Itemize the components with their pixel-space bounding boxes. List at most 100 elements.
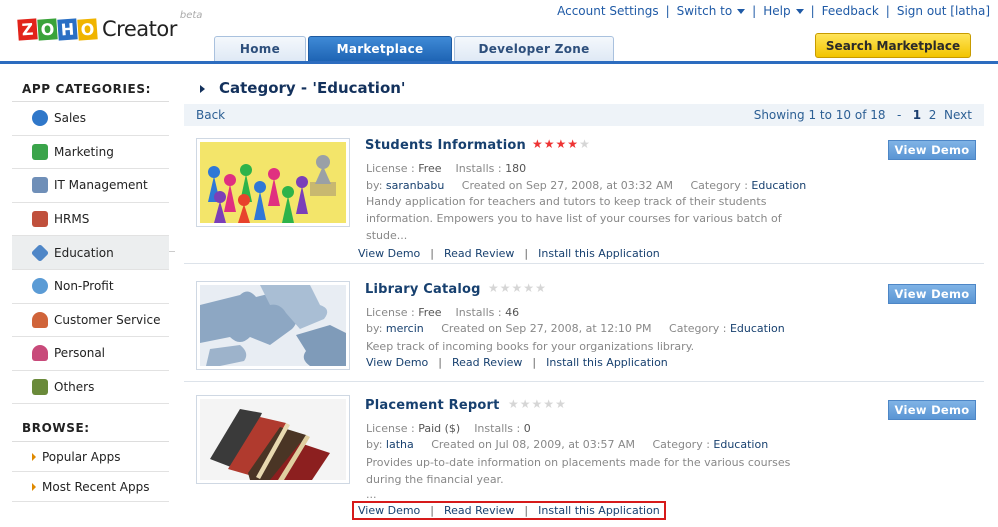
app-description: Provides up-to-date information on place… bbox=[366, 456, 791, 486]
tab-marketplace[interactable]: Marketplace bbox=[308, 36, 452, 61]
view-demo-button[interactable]: View Demo bbox=[888, 140, 976, 160]
sidebar-item-non-profit[interactable]: Non-Profit bbox=[12, 270, 169, 304]
author-link[interactable]: latha bbox=[386, 438, 414, 451]
pagination: Showing 1 to 10 of 18 - 1 2 Next bbox=[754, 108, 972, 122]
author-link[interactable]: mercin bbox=[386, 322, 424, 335]
app-description: Keep track of incoming books for your or… bbox=[366, 340, 695, 353]
customer-service-icon bbox=[32, 311, 48, 328]
divider: | bbox=[752, 4, 757, 18]
category-label: Category : bbox=[669, 322, 727, 335]
switch-to-menu[interactable]: Switch to bbox=[677, 4, 746, 18]
app-thumbnail[interactable] bbox=[196, 138, 350, 227]
app-actions: View Demo | Read Review | Install this App… bbox=[366, 356, 668, 369]
sidebar-item-others[interactable]: Others bbox=[12, 371, 169, 405]
install-app-link[interactable]: Install this Application bbox=[538, 247, 660, 260]
sign-out-link[interactable]: Sign out [latha] bbox=[897, 4, 990, 18]
by-label: by: bbox=[366, 179, 383, 192]
divider: | bbox=[524, 504, 529, 517]
installs-value: 180 bbox=[505, 162, 527, 175]
app-title[interactable]: Placement Report bbox=[365, 398, 500, 413]
view-demo-button[interactable]: View Demo bbox=[888, 400, 976, 420]
view-demo-link[interactable]: View Demo bbox=[366, 356, 428, 369]
category-label: Category : bbox=[690, 179, 748, 192]
main-tabs: Home Marketplace Developer Zone bbox=[214, 36, 616, 61]
star-icon: ★ bbox=[499, 281, 512, 295]
author-link[interactable]: saranbabu bbox=[386, 179, 444, 192]
arrow-right-icon bbox=[32, 452, 36, 461]
sidebar-item-it-management[interactable]: IT Management bbox=[12, 169, 169, 203]
logo-beta-label: beta bbox=[179, 10, 203, 21]
app-title[interactable]: Library Catalog bbox=[365, 282, 481, 297]
next-page-link[interactable]: Next bbox=[944, 108, 972, 122]
install-app-link[interactable]: Install this Application bbox=[546, 356, 668, 369]
others-icon bbox=[32, 379, 48, 396]
switch-to-label: Switch to bbox=[676, 4, 733, 18]
logo-letter: Z bbox=[17, 18, 38, 41]
category-link[interactable]: Education bbox=[730, 322, 785, 335]
sidebar-item-customer-service[interactable]: Customer Service bbox=[12, 304, 169, 338]
view-demo-link[interactable]: View Demo bbox=[358, 247, 420, 260]
app-license-installs: License : Paid ($) Installs : 0 bbox=[366, 422, 531, 435]
non-profit-icon bbox=[32, 278, 48, 295]
category-link[interactable]: Education bbox=[713, 438, 768, 451]
sidebar-item-hrms[interactable]: HRMS bbox=[12, 203, 169, 237]
app-license-installs: License : Free Installs : 180 bbox=[366, 162, 526, 175]
app-license-installs: License : Free Installs : 46 bbox=[366, 306, 519, 319]
sidebar-item-marketing[interactable]: Marketing bbox=[12, 136, 169, 170]
star-icon: ★ bbox=[519, 397, 532, 411]
view-demo-link[interactable]: View Demo bbox=[358, 504, 420, 517]
tab-developer-zone[interactable]: Developer Zone bbox=[454, 36, 614, 61]
app-author-line: by: mercin Created on Sep 27, 2008, at 1… bbox=[366, 322, 785, 335]
logo-product-name: Creator bbox=[102, 17, 177, 41]
view-demo-button[interactable]: View Demo bbox=[888, 284, 976, 304]
installs-value: 0 bbox=[523, 422, 531, 435]
star-icon: ★ bbox=[535, 281, 547, 295]
read-review-link[interactable]: Read Review bbox=[452, 356, 522, 369]
search-marketplace-button[interactable]: Search Marketplace bbox=[815, 33, 971, 58]
pager-divider: - bbox=[896, 108, 902, 122]
help-menu[interactable]: Help bbox=[763, 4, 804, 18]
hrms-icon bbox=[32, 211, 48, 228]
app-title[interactable]: Students Information bbox=[365, 138, 526, 153]
arrow-right-icon bbox=[32, 482, 36, 491]
read-review-link[interactable]: Read Review bbox=[444, 504, 514, 517]
app-author-line: by: latha Created on Jul 08, 2009, at 03… bbox=[366, 438, 768, 451]
install-app-link[interactable]: Install this Application bbox=[538, 504, 660, 517]
it-management-icon bbox=[32, 177, 48, 194]
sidebar-item-label: Others bbox=[54, 380, 95, 395]
category-link[interactable]: Education bbox=[751, 179, 806, 192]
rating-stars: ★★★★★ bbox=[488, 281, 547, 295]
divider: | bbox=[430, 504, 435, 517]
feedback-link[interactable]: Feedback bbox=[822, 4, 879, 18]
license-value: Paid ($) bbox=[418, 422, 461, 435]
account-settings-link[interactable]: Account Settings bbox=[557, 4, 658, 18]
help-label: Help bbox=[763, 4, 791, 18]
star-icon: ★ bbox=[543, 137, 556, 151]
read-review-link[interactable]: Read Review bbox=[444, 247, 514, 260]
page-2-link[interactable]: 2 bbox=[929, 108, 937, 122]
app-thumbnail[interactable] bbox=[196, 395, 350, 484]
sidebar-item-label: IT Management bbox=[54, 178, 148, 193]
zoho-creator-logo[interactable]: Z O H O Creator beta bbox=[17, 10, 203, 41]
results-count: Showing 1 to 10 of 18 bbox=[753, 108, 886, 122]
sidebar-item-education[interactable]: Education bbox=[12, 236, 175, 270]
app-thumbnail[interactable] bbox=[196, 281, 350, 370]
star-icon: ★ bbox=[531, 397, 544, 411]
sidebar-item-personal[interactable]: Personal bbox=[12, 337, 169, 371]
back-link[interactable]: Back bbox=[196, 108, 225, 122]
arrow-right-icon bbox=[200, 85, 205, 93]
sidebar-item-label: Education bbox=[54, 245, 114, 260]
star-icon: ★ bbox=[508, 397, 520, 411]
personal-icon bbox=[32, 345, 48, 362]
sidebar-item-label: HRMS bbox=[54, 212, 90, 227]
app-description: Handy application for teachers and tutor… bbox=[366, 195, 782, 242]
installs-label: Installs : bbox=[474, 422, 521, 435]
browse-most-recent-apps[interactable]: Most Recent Apps bbox=[12, 472, 169, 503]
tab-home[interactable]: Home bbox=[214, 36, 306, 61]
colored-pawns-image bbox=[200, 142, 346, 223]
browse-popular-apps[interactable]: Popular Apps bbox=[12, 442, 169, 473]
sidebar-item-sales[interactable]: Sales bbox=[12, 102, 169, 136]
zoho-letters: Z O H O bbox=[17, 18, 98, 41]
app-listing: Library Catalog ★★★★★ License : Free Ins… bbox=[184, 264, 984, 382]
puzzle-pieces-image bbox=[200, 285, 346, 366]
